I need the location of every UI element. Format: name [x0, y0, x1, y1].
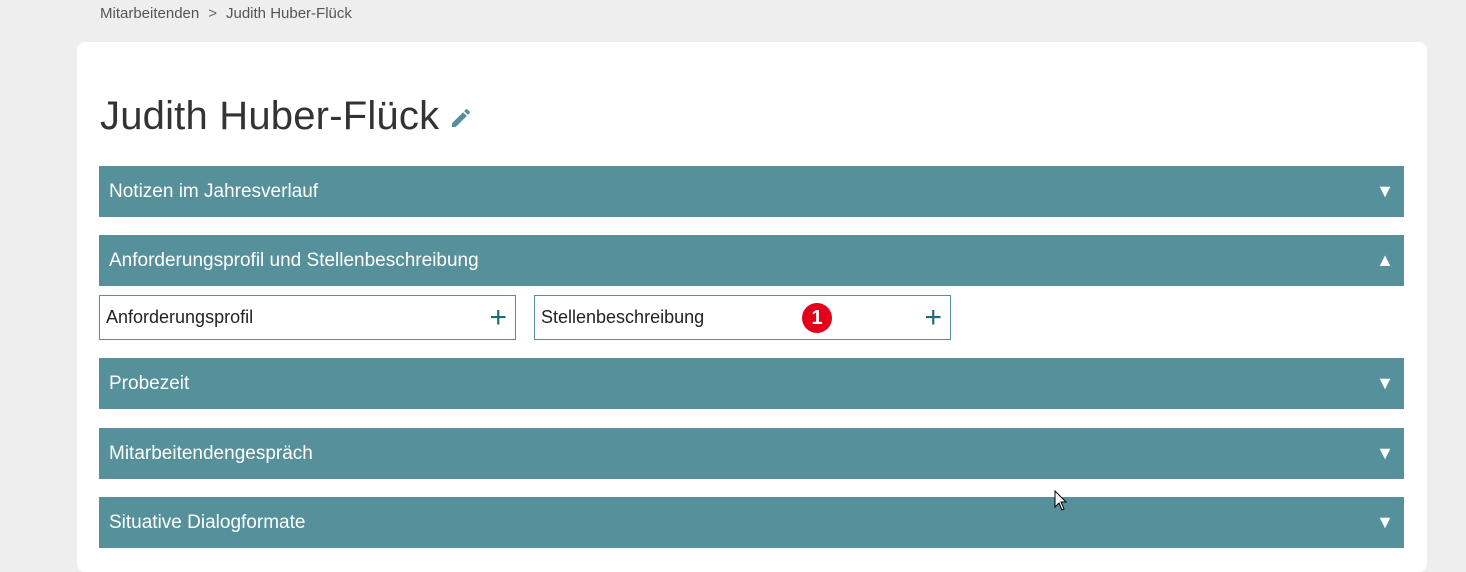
sub-item-label: Stellenbeschreibung [541, 307, 705, 327]
section-label: Notizen im Jahresverlauf [109, 180, 319, 202]
breadcrumb-current: Judith Huber-Flück [226, 4, 352, 22]
page-title: Judith Huber-Flück [100, 93, 440, 138]
section-probezeit[interactable]: Probezeit ▼ [99, 358, 1404, 409]
breadcrumb-link-mitarbeitenden[interactable]: Mitarbeitenden [100, 5, 199, 22]
title-row: Judith Huber-Flück [100, 90, 473, 142]
section-mitarbeitendengespraech[interactable]: Mitarbeitendengespräch ▼ [99, 428, 1404, 479]
section-label: Situative Dialogformate [109, 511, 306, 533]
chevron-down-icon: ▼ [1376, 181, 1394, 201]
stellenbeschreibung-item[interactable]: Stellenbeschreibung + [534, 295, 951, 340]
section-situative-dialogformate[interactable]: Situative Dialogformate ▼ [99, 497, 1404, 548]
chevron-down-icon: ▼ [1376, 443, 1394, 463]
annotation-badge: 1 [802, 303, 832, 333]
breadcrumb: Mitarbeitenden > Judith Huber-Flück [100, 3, 352, 23]
pencil-icon[interactable] [449, 106, 473, 130]
sub-item-label: Anforderungsprofil [106, 307, 254, 327]
anforderungsprofil-item[interactable]: Anforderungsprofil + [99, 295, 516, 340]
section-label: Anforderungsprofil und Stellenbeschreibu… [109, 249, 479, 271]
section-notizen-im-jahresverlauf[interactable]: Notizen im Jahresverlauf ▼ [99, 166, 1404, 217]
chevron-down-icon: ▼ [1376, 373, 1394, 393]
breadcrumb-separator: > [208, 4, 217, 22]
section-anforderungsprofil-und-stellenbeschreibung[interactable]: Anforderungsprofil und Stellenbeschreibu… [99, 235, 1404, 286]
mouse-pointer-icon [1054, 490, 1068, 511]
chevron-up-icon: ▲ [1376, 250, 1394, 270]
plus-icon[interactable]: + [489, 302, 507, 333]
section-label: Mitarbeitendengespräch [109, 442, 313, 464]
plus-icon[interactable]: + [924, 302, 942, 333]
section-label: Probezeit [109, 372, 190, 394]
chevron-down-icon: ▼ [1376, 512, 1394, 532]
